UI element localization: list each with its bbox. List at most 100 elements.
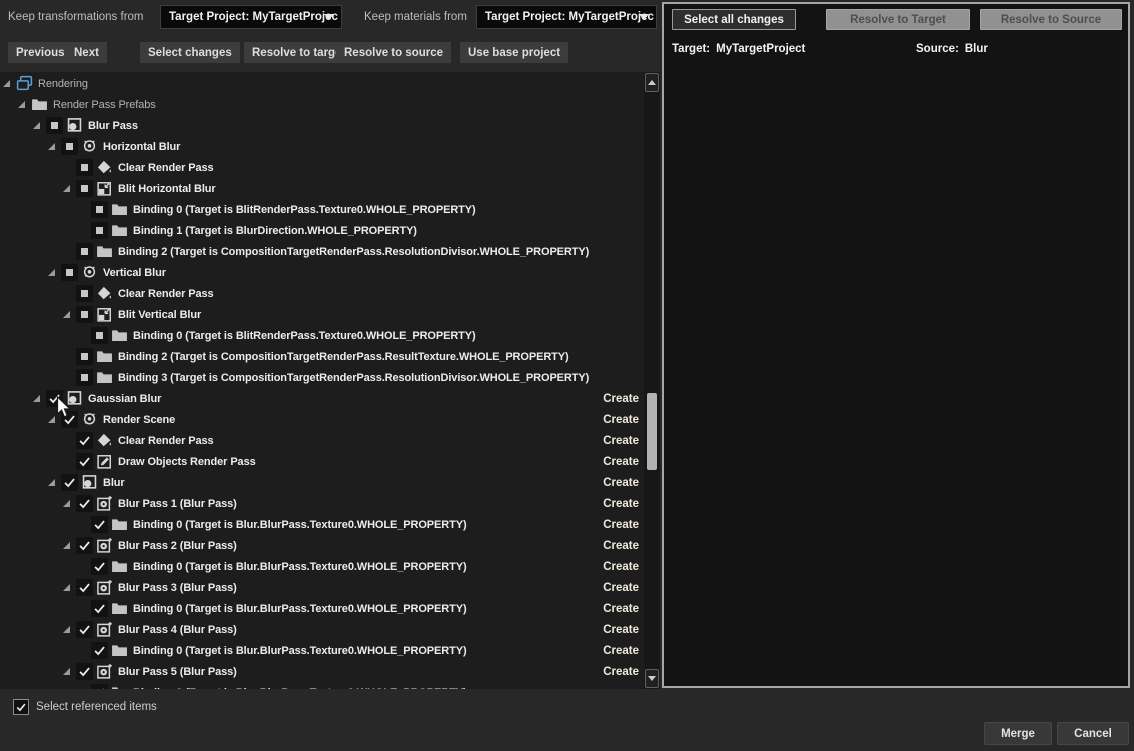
- tree-row[interactable]: Blur Pass 4 (Blur Pass)Create: [0, 619, 644, 640]
- expander-icon[interactable]: [33, 122, 40, 129]
- expander-icon[interactable]: [63, 185, 70, 192]
- tree-row[interactable]: Binding 0 (Target is Blur.BlurPass.Textu…: [0, 556, 644, 577]
- tree-item-checkbox[interactable]: [76, 306, 93, 323]
- expander-icon[interactable]: [63, 584, 70, 591]
- tree-row[interactable]: Binding 0 (Target is Blur.BlurPass.Textu…: [0, 598, 644, 619]
- expander-icon[interactable]: [63, 542, 70, 549]
- tree-row[interactable]: Clear Render Pass: [0, 283, 644, 304]
- expander-icon[interactable]: [33, 395, 40, 402]
- tree-row[interactable]: Blur Pass: [0, 115, 644, 136]
- tree-scrollbar[interactable]: [644, 72, 660, 689]
- tree-row[interactable]: Blur Pass 5 (Blur Pass)Create: [0, 661, 644, 682]
- resolve-to-source-button[interactable]: Resolve to source: [336, 42, 451, 63]
- tree-item-checkbox[interactable]: [76, 621, 93, 638]
- tree-item-label: Clear Render Pass: [118, 435, 214, 447]
- tree-row[interactable]: Vertical Blur: [0, 262, 644, 283]
- tree-item-checkbox[interactable]: [46, 390, 63, 407]
- merge-button[interactable]: Merge: [984, 722, 1052, 745]
- folder-icon: [96, 243, 113, 260]
- resolve-to-target-button-panel[interactable]: Resolve to Target: [826, 9, 970, 30]
- action-create-label: Create: [603, 498, 639, 510]
- tree-item-checkbox[interactable]: [76, 453, 93, 470]
- expander-icon[interactable]: [48, 416, 55, 423]
- resolve-to-source-button-panel[interactable]: Resolve to Source: [980, 9, 1122, 30]
- tree-row[interactable]: Binding 3 (Target is CompositionTargetRe…: [0, 367, 644, 388]
- tree-row[interactable]: Render Pass Prefabs: [0, 94, 644, 115]
- chevron-down-icon: [639, 14, 649, 20]
- previous-button[interactable]: Previous: [8, 42, 73, 63]
- tree-row[interactable]: Binding 0 (Target is BlitRenderPass.Text…: [0, 199, 644, 220]
- action-create-label: Create: [603, 582, 639, 594]
- tree-row[interactable]: Binding 0 (Target is Blur.BlurPass.Textu…: [0, 640, 644, 661]
- expander-icon[interactable]: [48, 143, 55, 150]
- tree-row[interactable]: Binding 0 (Target is BlitRenderPass.Text…: [0, 325, 644, 346]
- tree-item-checkbox[interactable]: [91, 600, 108, 617]
- tree-item-checkbox[interactable]: [76, 285, 93, 302]
- tree-item-checkbox[interactable]: [91, 558, 108, 575]
- tree-row[interactable]: Blur Pass 1 (Blur Pass)Create: [0, 493, 644, 514]
- tree-row[interactable]: Horizontal Blur: [0, 136, 644, 157]
- tree-item-checkbox[interactable]: [76, 432, 93, 449]
- tree-item-checkbox[interactable]: [76, 180, 93, 197]
- target-label: Target:: [672, 43, 710, 55]
- expander-icon[interactable]: [18, 101, 25, 108]
- tree-row[interactable]: Blur Pass 2 (Blur Pass)Create: [0, 535, 644, 556]
- tree-row[interactable]: Gaussian BlurCreate: [0, 388, 644, 409]
- tree-item-checkbox[interactable]: [76, 348, 93, 365]
- tree-item-checkbox[interactable]: [76, 159, 93, 176]
- tree-item-label: Binding 0 (Target is Blur.BlurPass.Textu…: [133, 687, 467, 690]
- tree-item-checkbox[interactable]: [91, 222, 108, 239]
- prefab-icon: [66, 117, 83, 134]
- tree-item-checkbox[interactable]: [76, 663, 93, 680]
- tree-row[interactable]: Blit Horizontal Blur: [0, 178, 644, 199]
- tree-row[interactable]: Rendering: [0, 73, 644, 94]
- tree-item-checkbox[interactable]: [61, 411, 78, 428]
- select-referenced-items-checkbox[interactable]: [13, 699, 29, 715]
- scrollbar-thumb[interactable]: [647, 393, 657, 470]
- tree-item-checkbox[interactable]: [76, 579, 93, 596]
- tree-row[interactable]: Binding 2 (Target is CompositionTargetRe…: [0, 241, 644, 262]
- tree-item-checkbox[interactable]: [76, 243, 93, 260]
- tree-row[interactable]: Binding 2 (Target is CompositionTargetRe…: [0, 346, 644, 367]
- tree-item-checkbox[interactable]: [76, 369, 93, 386]
- tree-item-checkbox[interactable]: [46, 117, 63, 134]
- expander-icon[interactable]: [63, 626, 70, 633]
- scrollbar-up-button[interactable]: [645, 73, 659, 92]
- tree-item-checkbox[interactable]: [91, 327, 108, 344]
- tree-row[interactable]: Binding 1 (Target is BlurDirection.WHOLE…: [0, 220, 644, 241]
- tree-row[interactable]: Binding 0 (Target is Blur.BlurPass.Textu…: [0, 682, 644, 689]
- tree-row[interactable]: Clear Render Pass: [0, 157, 644, 178]
- expander-icon[interactable]: [48, 479, 55, 486]
- tree-row[interactable]: Blit Vertical Blur: [0, 304, 644, 325]
- tree-item-checkbox[interactable]: [91, 642, 108, 659]
- tree-row[interactable]: Draw Objects Render PassCreate: [0, 451, 644, 472]
- tree-item-checkbox[interactable]: [61, 474, 78, 491]
- renderpass-icon: [81, 411, 98, 428]
- tree-item-checkbox[interactable]: [91, 201, 108, 218]
- tree-item-checkbox[interactable]: [61, 138, 78, 155]
- tree-item-checkbox[interactable]: [91, 516, 108, 533]
- cancel-button[interactable]: Cancel: [1057, 722, 1129, 745]
- tree-row[interactable]: BlurCreate: [0, 472, 644, 493]
- scrollbar-down-button[interactable]: [645, 669, 659, 688]
- select-all-changes-button[interactable]: Select all changes: [672, 9, 796, 30]
- expander-icon[interactable]: [63, 311, 70, 318]
- expander-icon[interactable]: [48, 269, 55, 276]
- tree-row[interactable]: Binding 0 (Target is Blur.BlurPass.Textu…: [0, 514, 644, 535]
- tree-row[interactable]: Render SceneCreate: [0, 409, 644, 430]
- tree-item-checkbox[interactable]: [76, 495, 93, 512]
- tree-item-checkbox[interactable]: [61, 264, 78, 281]
- expander-icon[interactable]: [63, 500, 70, 507]
- select-changes-button[interactable]: Select changes: [140, 42, 240, 63]
- tree-item-checkbox[interactable]: [91, 684, 108, 689]
- expander-icon[interactable]: [3, 80, 10, 87]
- tree-row[interactable]: Blur Pass 3 (Blur Pass)Create: [0, 577, 644, 598]
- tree-item-checkbox[interactable]: [76, 537, 93, 554]
- use-base-project-button[interactable]: Use base project: [460, 42, 568, 63]
- tree-row[interactable]: Clear Render PassCreate: [0, 430, 644, 451]
- expander-icon[interactable]: [63, 668, 70, 675]
- keep-transformations-dropdown[interactable]: Target Project: MyTargetProjec: [160, 5, 342, 29]
- next-button[interactable]: Next: [66, 42, 107, 63]
- tree-item-label: Horizontal Blur: [103, 141, 180, 153]
- keep-materials-dropdown[interactable]: Target Project: MyTargetProjec: [476, 5, 657, 29]
